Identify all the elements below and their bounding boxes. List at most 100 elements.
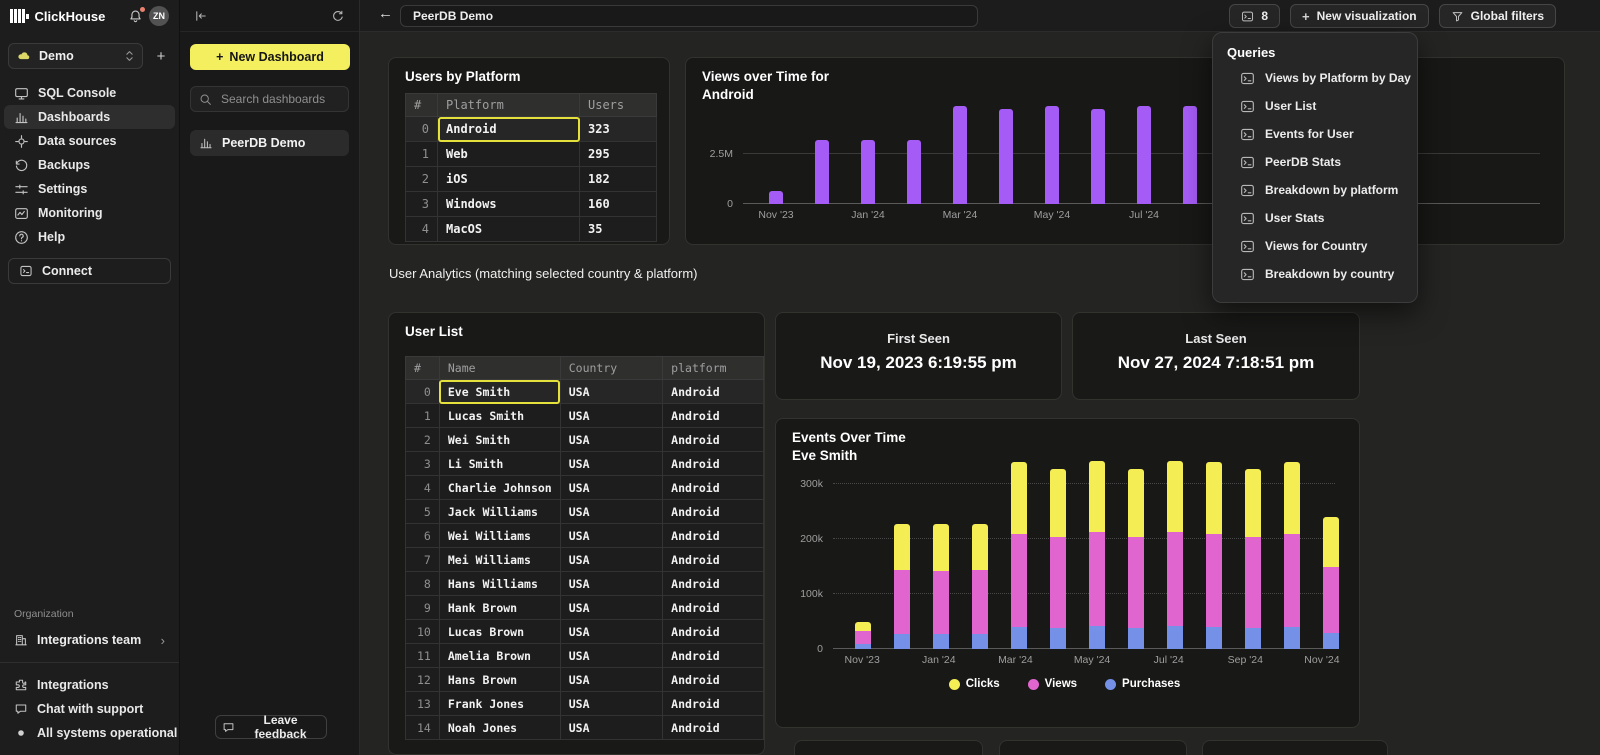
bar-segment-purchases[interactable] [1011,627,1027,649]
table-cell[interactable]: USA [560,572,662,596]
chart-bar[interactable] [1045,106,1059,204]
table-cell[interactable]: 0 [406,380,440,404]
table-cell[interactable]: 9 [406,596,440,620]
bar-segment-purchases[interactable] [1206,627,1222,649]
table-cell[interactable]: Android [663,620,764,644]
table-cell[interactable]: Jack Williams [439,500,560,524]
chart-bar[interactable] [1183,106,1197,204]
table-cell[interactable]: 3 [406,192,438,217]
sidebar-item-sql-console[interactable]: SQL Console [4,81,175,105]
table-cell[interactable]: USA [560,524,662,548]
table-cell[interactable]: USA [560,404,662,428]
query-item-breakdown-by-platform[interactable]: Breakdown by platform [1227,176,1403,204]
table-cell[interactable]: Android [663,500,764,524]
service-selector[interactable]: Demo [8,43,143,69]
bar-segment-clicks[interactable] [855,622,871,632]
legend-item-views[interactable]: Views [1028,678,1077,690]
stacked-bar[interactable] [1245,469,1261,649]
new-visualization-button[interactable]: + New visualization [1290,4,1429,28]
bar-segment-clicks[interactable] [1089,461,1105,533]
stacked-bar[interactable] [1089,461,1105,649]
table-cell[interactable]: Android [663,692,764,716]
bar-segment-purchases[interactable] [1128,628,1144,649]
chart-bar[interactable] [1091,109,1105,204]
table-cell[interactable]: Eve Smith [439,380,560,404]
table-cell[interactable]: Android [663,524,764,548]
table-cell[interactable]: Android [663,596,764,620]
table-cell[interactable]: Android [438,117,580,142]
collapse-panel-icon[interactable] [194,9,208,23]
table-cell[interactable]: 8 [406,572,440,596]
bar-segment-clicks[interactable] [1050,469,1066,538]
bar-segment-clicks[interactable] [1011,462,1027,534]
table-cell[interactable]: Wei Smith [439,428,560,452]
table-cell[interactable]: 2 [406,428,440,452]
user-avatar[interactable]: ZN [149,6,169,26]
table-cell[interactable]: iOS [438,167,580,192]
table-cell[interactable]: 2 [406,167,438,192]
table-cell[interactable]: Li Smith [439,452,560,476]
stacked-bar[interactable] [1050,469,1066,649]
table-cell[interactable]: 3 [406,452,440,476]
table-cell[interactable]: 323 [580,117,657,142]
search-dashboards-input[interactable] [219,91,339,107]
table-cell[interactable]: Amelia Brown [439,644,560,668]
table-cell[interactable]: Android [663,404,764,428]
table-cell[interactable]: Android [663,644,764,668]
new-dashboard-button[interactable]: + New Dashboard [190,44,350,70]
sidebar-item-chat-with-support[interactable]: Chat with support [4,697,175,721]
bar-segment-clicks[interactable] [933,524,949,571]
query-item-views-by-platform-by-day[interactable]: Views by Platform by Day [1227,64,1403,92]
bar-segment-purchases[interactable] [933,634,949,649]
queries-count-button[interactable]: 8 [1229,4,1280,28]
table-cell[interactable]: Windows [438,192,580,217]
stacked-bar[interactable] [972,524,988,649]
table-cell[interactable]: 35 [580,217,657,242]
bar-segment-views[interactable] [894,570,910,633]
refresh-icon[interactable] [331,9,345,23]
table-cell[interactable]: USA [560,620,662,644]
table-cell[interactable]: 1 [406,142,438,167]
table-cell[interactable]: USA [560,500,662,524]
sidebar-item-help[interactable]: Help [4,225,175,249]
sidebar-item-integrations[interactable]: Integrations [4,673,175,697]
query-item-breakdown-by-country[interactable]: Breakdown by country [1227,260,1403,288]
chart-bar[interactable] [861,140,875,204]
table-cell[interactable]: Wei Williams [439,524,560,548]
table-cell[interactable]: Android [663,668,764,692]
table-cell[interactable]: 10 [406,620,440,644]
table-cell[interactable]: 1 [406,404,440,428]
legend-item-clicks[interactable]: Clicks [949,678,1000,690]
sidebar-item-settings[interactable]: Settings [4,177,175,201]
query-item-user-list[interactable]: User List [1227,92,1403,120]
sidebar-item-all-systems-operational[interactable]: All systems operational [4,721,175,745]
chart-bar[interactable] [953,106,967,204]
table-cell[interactable]: USA [560,380,662,404]
table-cell[interactable]: USA [560,644,662,668]
table-cell[interactable]: Hans Williams [439,572,560,596]
bar-segment-clicks[interactable] [1128,469,1144,538]
stacked-bar[interactable] [1128,469,1144,649]
table-cell[interactable]: USA [560,428,662,452]
table-cell[interactable]: Lucas Brown [439,620,560,644]
stacked-bar[interactable] [1323,517,1339,649]
bar-segment-clicks[interactable] [972,524,988,571]
query-item-events-for-user[interactable]: Events for User [1227,120,1403,148]
stacked-bar[interactable] [1011,462,1027,649]
bar-segment-clicks[interactable] [894,524,910,571]
bar-segment-views[interactable] [1206,534,1222,628]
global-filters-button[interactable]: Global filters [1439,4,1556,28]
bar-segment-purchases[interactable] [1245,628,1261,649]
bar-segment-purchases[interactable] [1284,627,1300,649]
bar-segment-views[interactable] [1128,537,1144,628]
dashboard-list-item-peerdb-demo[interactable]: PeerDB Demo [190,130,349,156]
table-cell[interactable]: 7 [406,548,440,572]
sidebar-item-integrations-team[interactable]: Integrations team › [4,628,175,652]
table-cell[interactable]: Android [663,428,764,452]
bar-segment-purchases[interactable] [855,644,871,650]
back-button[interactable]: ← [378,5,393,22]
table-cell[interactable]: 4 [406,476,440,500]
bar-segment-clicks[interactable] [1167,461,1183,533]
table-cell[interactable]: Mei Williams [439,548,560,572]
bar-segment-purchases[interactable] [972,634,988,649]
